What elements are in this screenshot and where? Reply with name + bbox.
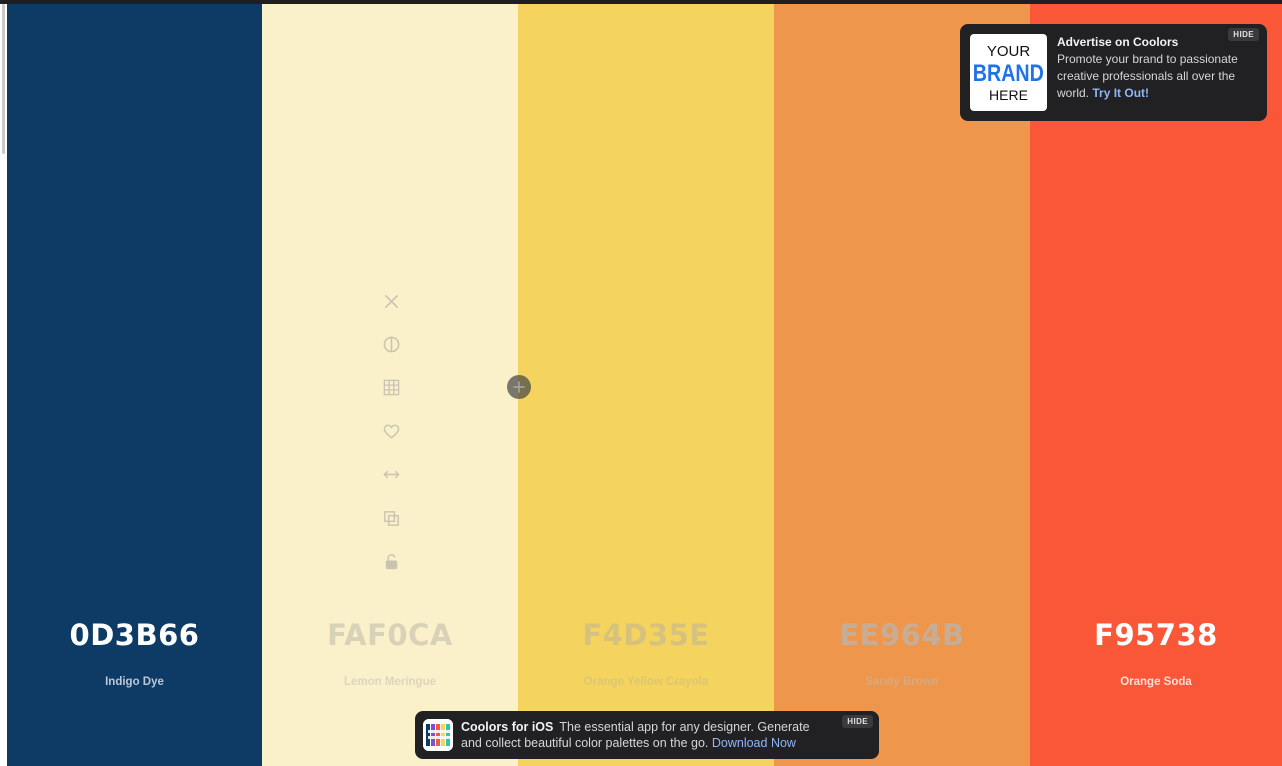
ios-banner-title: Coolors for iOS — [461, 720, 554, 734]
shades-button[interactable] — [372, 331, 410, 357]
logo-line: YOUR — [986, 42, 1031, 60]
scrollbar-thumb[interactable] — [2, 4, 5, 154]
view-shades-button[interactable] — [372, 374, 410, 400]
color-name-label: Indigo Dye — [105, 676, 164, 688]
hex-code-label[interactable]: EE964B — [774, 618, 1030, 652]
color-swatch-1[interactable]: 0D3B66 Indigo Dye — [7, 4, 262, 766]
color-swatch-3[interactable]: F4D35E Orange Yellow Crayola — [518, 4, 774, 766]
scrollbar[interactable] — [0, 4, 7, 766]
ios-banner-text: Coolors for iOS The essential app for any… — [461, 719, 831, 751]
copy-icon — [383, 510, 399, 526]
unlock-icon — [385, 553, 397, 569]
color-name-label: Orange Yellow Crayola — [583, 676, 709, 688]
app-icon[interactable] — [423, 719, 453, 751]
ios-banner-hide-button[interactable]: HIDE — [842, 715, 873, 728]
ad-text: Advertise on Coolors Promote your brand … — [1057, 34, 1262, 102]
download-link[interactable]: Download Now — [712, 736, 796, 750]
ios-app-banner: Coolors for iOS The essential app for any… — [415, 711, 879, 759]
grid-icon — [383, 379, 399, 395]
hex-code-label[interactable]: 0D3B66 — [7, 618, 262, 652]
close-icon — [384, 294, 398, 308]
hex-code-label[interactable]: F95738 — [1030, 618, 1282, 652]
copy-hex-button[interactable] — [372, 505, 410, 531]
ad-link[interactable]: Try It Out! — [1092, 86, 1149, 100]
drag-arrows-icon — [383, 470, 399, 478]
hex-code-label[interactable]: FAF0CA — [262, 618, 518, 652]
add-color-button[interactable] — [507, 375, 531, 399]
color-name-label: Lemon Meringue — [343, 676, 436, 688]
advertisement-card: YOUR BRAND HERE Advertise on Coolors Pro… — [960, 24, 1267, 121]
logo-brand: BRAND — [972, 59, 1045, 87]
remove-color-button[interactable] — [372, 288, 410, 314]
plus-icon — [513, 381, 525, 393]
ad-hide-button[interactable]: HIDE — [1228, 28, 1259, 41]
ad-brand-logo[interactable]: YOUR BRAND HERE — [970, 34, 1047, 111]
logo-line: HERE — [989, 86, 1028, 103]
drag-button[interactable] — [372, 461, 410, 487]
heart-icon — [383, 424, 399, 439]
lock-color-button[interactable] — [372, 548, 410, 574]
color-name-label: Sandy Brown — [865, 676, 939, 688]
color-name-label: Orange Soda — [1120, 676, 1192, 688]
contrast-icon — [383, 336, 399, 352]
hex-code-label[interactable]: F4D35E — [518, 618, 774, 652]
save-color-button[interactable] — [372, 418, 410, 444]
